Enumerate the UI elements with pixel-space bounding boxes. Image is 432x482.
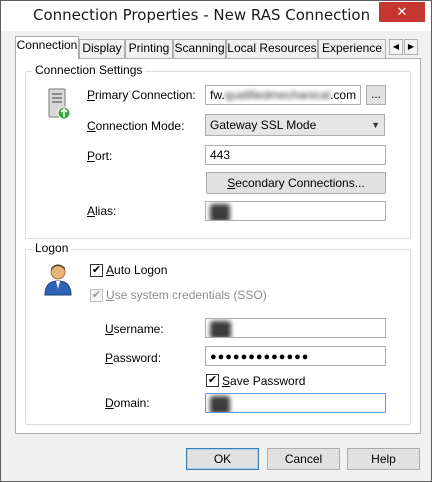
cancel-button[interactable]: Cancel xyxy=(267,448,340,470)
tab-local-resources[interactable]: Local Resources xyxy=(226,39,318,58)
ok-button[interactable]: OK xyxy=(186,448,259,470)
password-input[interactable]: ●●●●●●●●●●●●● xyxy=(205,346,386,366)
logon-title: Logon xyxy=(32,241,72,255)
port-label: Port: xyxy=(87,149,113,163)
close-icon: ✕ xyxy=(396,4,408,19)
tab-label: Printing xyxy=(128,41,170,55)
tab-label: Experience xyxy=(321,41,383,55)
port-input[interactable]: 443 xyxy=(205,145,386,165)
check-icon: ✔ xyxy=(91,289,102,301)
auto-logon-label: Auto Logon xyxy=(106,263,168,277)
ok-label: OK xyxy=(213,452,232,466)
help-button[interactable]: Help xyxy=(347,448,420,470)
connection-mode-value: Gateway SSL Mode xyxy=(210,118,317,132)
server-icon xyxy=(48,88,71,120)
tab-display[interactable]: Display xyxy=(79,39,125,58)
save-password-checkbox[interactable]: ✔ xyxy=(206,374,219,387)
primary-connection-label: Primary Connection: xyxy=(87,88,196,102)
tab-connection[interactable]: Connection xyxy=(15,36,79,59)
chevron-right-icon: ▶ xyxy=(407,42,415,51)
username-input[interactable]: bob xyxy=(205,318,386,338)
auto-logon-checkbox[interactable]: ✔ xyxy=(90,264,103,277)
connection-mode-label: Connection Mode: xyxy=(87,119,185,133)
redacted-text: QM xyxy=(210,204,231,220)
secondary-connections-button[interactable]: Secondary Connections... xyxy=(206,172,386,194)
check-icon: ✔ xyxy=(91,264,102,276)
title-bar[interactable]: Connection Properties - New RAS Connecti… xyxy=(1,1,431,31)
alias-label: Alias: xyxy=(87,204,117,218)
port-value: 443 xyxy=(210,148,231,162)
alias-input[interactable]: QM xyxy=(205,201,386,221)
primary-value-suffix: .com xyxy=(330,88,357,102)
cancel-label: Cancel xyxy=(284,452,323,466)
user-icon xyxy=(44,264,72,296)
password-label: Password: xyxy=(105,351,162,365)
sso-checkbox[interactable]: ✔ xyxy=(90,289,103,302)
domain-input[interactable]: QM xyxy=(205,393,386,413)
browse-label: ... xyxy=(370,87,381,101)
chevron-left-icon: ◀ xyxy=(392,42,400,51)
close-button[interactable]: ✕ xyxy=(379,2,425,22)
window-title: Connection Properties - New RAS Connecti… xyxy=(33,6,371,24)
browse-button[interactable]: ... xyxy=(366,85,386,105)
sso-label: Use system credentials (SSO) xyxy=(106,288,267,302)
tab-printing[interactable]: Printing xyxy=(125,39,173,58)
connection-tab-panel: Connection Settings Primary Connection: … xyxy=(15,58,421,434)
connection-properties-dialog: Connection Properties - New RAS Connecti… xyxy=(0,0,432,482)
save-password-label: Save Password xyxy=(222,374,306,388)
tab-label: Local Resources xyxy=(227,41,317,55)
help-label: Help xyxy=(371,452,396,466)
tab-scroll-right-button[interactable]: ▶ xyxy=(404,39,418,55)
tab-label: Connection xyxy=(16,38,78,52)
redacted-text: QM xyxy=(210,396,231,412)
redacted-text: bob xyxy=(210,321,231,337)
tab-strip: Connection Display Printing Scanning Loc… xyxy=(15,36,419,59)
check-icon: ✔ xyxy=(207,374,218,386)
tab-scanning[interactable]: Scanning xyxy=(173,39,226,58)
password-value: ●●●●●●●●●●●●● xyxy=(210,351,310,363)
primary-value-prefix: fw. xyxy=(210,88,225,102)
redacted-text: qualifiedmechanical xyxy=(224,88,331,102)
connection-settings-title: Connection Settings xyxy=(32,63,146,77)
primary-connection-input[interactable]: fw.qualifiedmechanical.com xyxy=(205,85,361,105)
tab-scroll-left-button[interactable]: ◀ xyxy=(389,39,403,55)
connection-mode-select[interactable]: Gateway SSL Mode ▼ xyxy=(205,114,385,136)
username-label: Username: xyxy=(105,322,164,336)
chevron-down-icon: ▼ xyxy=(371,120,380,130)
tab-label: Scanning xyxy=(174,41,225,55)
tab-label: Display xyxy=(82,41,122,55)
domain-label: Domain: xyxy=(105,396,150,410)
tab-experience[interactable]: Experience xyxy=(318,39,386,58)
